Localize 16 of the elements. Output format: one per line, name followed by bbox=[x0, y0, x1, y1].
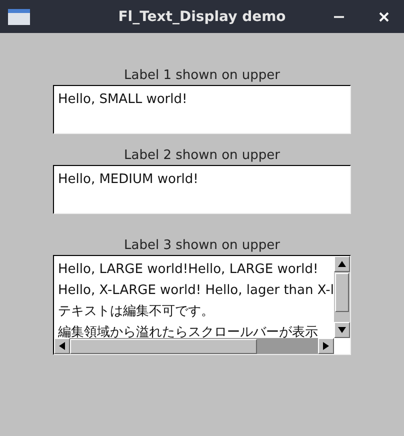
text-line: Hello, X-LARGE world! Hello, lager than X-l bbox=[58, 282, 334, 300]
horizontal-scrollbar[interactable] bbox=[54, 338, 334, 354]
text-line: Hello, LARGE world!Hello, LARGE world! bbox=[58, 261, 320, 279]
text-line: Hello, MEDIUM world! bbox=[58, 171, 200, 189]
text-line: 編集領域から溢れたらスクロールバーが表示 bbox=[58, 324, 319, 339]
display-label: Label 1 shown on upper bbox=[124, 67, 280, 85]
close-icon[interactable] bbox=[378, 11, 390, 23]
text-line: テキストは編集不可です。 bbox=[58, 303, 215, 321]
display-label: Label 2 shown on upper bbox=[124, 147, 280, 165]
vertical-scrollbar[interactable] bbox=[334, 256, 350, 338]
window-icon bbox=[8, 8, 30, 24]
scroll-thumb[interactable] bbox=[70, 339, 257, 354]
scroll-thumb[interactable] bbox=[335, 273, 349, 312]
window-title: Fl_Text_Display demo bbox=[118, 8, 286, 24]
text-line: Hello, SMALL world! bbox=[58, 91, 188, 109]
display-label: Label 3 shown on upper bbox=[124, 237, 280, 255]
